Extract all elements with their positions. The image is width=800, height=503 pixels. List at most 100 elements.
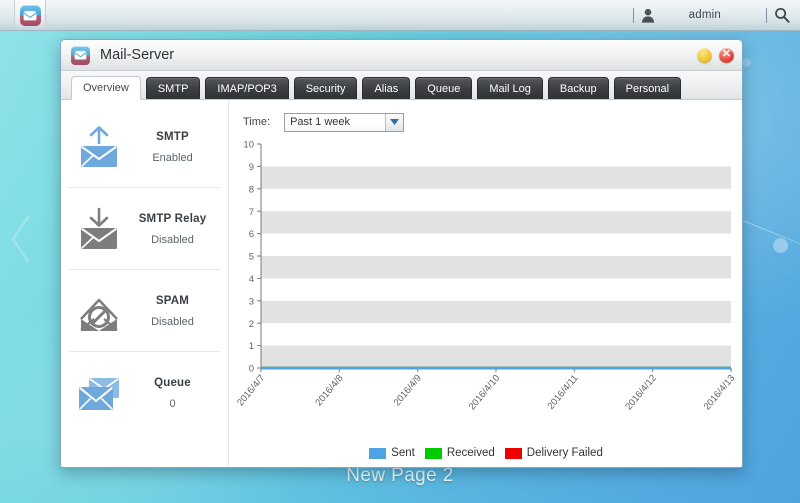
tab-overview[interactable]: Overview	[71, 76, 141, 100]
taskbar-left-group	[0, 0, 46, 30]
x-tick-label: 2016/4/11	[545, 373, 580, 412]
x-tick-label: 2016/4/10	[467, 373, 503, 412]
page-caption: New Page 2	[346, 465, 454, 486]
envelope-glyph	[74, 50, 87, 60]
legend-swatch	[504, 447, 522, 459]
tab-label: Backup	[559, 82, 597, 95]
tab-bar: Overview SMTP IMAP/POP3 Security Alias Queue M…	[61, 71, 742, 100]
tab-imap-pop3[interactable]: IMAP/POP3	[205, 77, 289, 99]
x-tick-label: 2016/4/9	[392, 373, 424, 408]
tab-label: Mail Log	[489, 82, 531, 95]
search-icon[interactable]	[774, 7, 790, 23]
y-tick-label: 8	[249, 184, 254, 195]
legend-swatch	[424, 447, 442, 459]
envelope-down-arrow-icon	[81, 207, 117, 249]
background-bokeh-dot	[773, 238, 788, 253]
tab-alias[interactable]: Alias	[362, 77, 411, 99]
tab-label: Security	[305, 82, 346, 95]
tab-security[interactable]: Security	[293, 77, 358, 99]
tab-smtp[interactable]: SMTP	[145, 77, 201, 99]
y-tick-label: 0	[249, 364, 254, 375]
tab-personal[interactable]: Personal	[613, 77, 682, 99]
y-tick-label: 1	[249, 341, 254, 352]
window-controls: ✕	[697, 47, 734, 63]
sidebar-item-status: Disabled	[151, 315, 194, 328]
minimize-button[interactable]	[697, 47, 712, 63]
sidebar-item-title: SMTP Relay	[138, 212, 207, 225]
envelope-glyph	[23, 10, 37, 20]
legend-item-delivery-failed[interactable]: Delivery Failed	[504, 447, 603, 459]
tab-backup[interactable]: Backup	[547, 77, 609, 99]
envelope-no-entry-icon-wrapper	[71, 288, 127, 334]
y-tick-label: 9	[249, 162, 254, 173]
tab-label: Queue	[427, 82, 461, 95]
tab-label: Alias	[374, 82, 399, 95]
sidebar-item-status: Disabled	[151, 233, 194, 246]
y-tick-label: 6	[249, 229, 254, 240]
taskbar-right-group: admin	[626, 0, 800, 30]
close-icon: ✕	[721, 48, 732, 60]
sidebar-item-text: SMTP Enabled	[127, 131, 222, 164]
sidebar-item-smtp-relay[interactable]: SMTP Relay Disabled	[61, 188, 228, 270]
close-button[interactable]: ✕	[719, 47, 734, 63]
time-filter-row: Time: Past 1 week	[229, 110, 742, 134]
envelope-up-arrow-icon-wrapper	[71, 124, 127, 170]
envelope-down-arrow-icon-wrapper	[71, 206, 127, 252]
taskbar-mail-app-button[interactable]	[14, 0, 46, 30]
sidebar-item-text: Queue 0	[127, 377, 222, 410]
y-tick-label: 4	[249, 274, 254, 285]
tab-label: Personal	[625, 82, 670, 95]
stacked-envelopes-icon	[79, 378, 119, 410]
sidebar-item-queue[interactable]: Queue 0	[61, 352, 228, 434]
chart-band-1	[261, 300, 731, 324]
top-taskbar: admin	[0, 0, 800, 31]
envelope-up-arrow-icon	[81, 126, 117, 167]
taskbar-username: admin	[688, 9, 721, 21]
sidebar-item-title: SMTP	[156, 130, 189, 143]
tab-label: SMTP	[157, 82, 189, 95]
sidebar-item-text: SPAM Disabled	[127, 295, 222, 328]
chart-band-4	[261, 166, 731, 189]
user-icon[interactable]	[641, 8, 655, 23]
background-bokeh-dot-small	[742, 58, 751, 67]
legend-item-received[interactable]: Received	[424, 447, 495, 459]
chart-svg: 0 1 2 3 4 5 6 7 8 9 10 2016/4/7 2016/4/8 2016/4/9 2016…	[235, 140, 738, 413]
sidebar-item-status: Enabled	[152, 151, 193, 164]
chart-band-2	[261, 256, 731, 279]
status-sidebar: SMTP Enabled SMTP Relay Disabled SPAM Disable…	[61, 100, 229, 467]
legend-item-sent[interactable]: Sent	[369, 447, 415, 459]
x-tick-label: 2016/4/13	[702, 373, 738, 412]
chevron-down-icon[interactable]	[385, 113, 404, 131]
y-tick-label: 10	[243, 140, 254, 151]
mail-server-window: Mail-Server ✕ Overview SMTP IMAP/POP3 Secur…	[60, 39, 743, 468]
window-body: SMTP Enabled SMTP Relay Disabled SPAM Disable…	[61, 100, 742, 467]
mail-statistics-chart: 0 1 2 3 4 5 6 7 8 9 10 2016/4/7 2016/4/8 2016/4/9 2016…	[229, 136, 742, 436]
stacked-envelopes-icon-wrapper	[71, 370, 127, 416]
time-range-select[interactable]: Past 1 week	[284, 112, 405, 132]
tab-queue[interactable]: Queue	[415, 77, 473, 99]
window-titlebar[interactable]: Mail-Server ✕	[61, 40, 742, 71]
taskbar-separator-right	[766, 7, 767, 23]
chevron-left-icon[interactable]	[8, 213, 34, 265]
envelope-no-entry-icon	[80, 298, 118, 331]
y-tick-label: 7	[249, 207, 254, 218]
window-mail-app-icon	[71, 45, 90, 65]
sidebar-item-smtp[interactable]: SMTP Enabled	[61, 106, 228, 188]
time-range-value: Past 1 week	[290, 116, 351, 128]
window-title: Mail-Server	[100, 47, 175, 63]
chart-pane: Time: Past 1 week 0 1 2 3 4 5 6 7 8 9 10 2016/4/7 20…	[229, 100, 742, 467]
chart-band-3	[261, 211, 731, 234]
chevron-down-glyph	[390, 119, 400, 125]
mail-app-icon	[19, 4, 41, 26]
tab-mail-log[interactable]: Mail Log	[477, 77, 543, 99]
tab-label: IMAP/POP3	[217, 82, 277, 95]
x-tick-label: 2016/4/7	[235, 373, 267, 408]
time-filter-label: Time:	[243, 116, 271, 128]
legend-label: Sent	[391, 447, 415, 459]
sidebar-item-title: Queue	[154, 376, 191, 389]
sidebar-item-title: SPAM	[155, 294, 190, 307]
legend-swatch	[369, 447, 387, 459]
y-tick-label: 3	[249, 296, 254, 307]
tab-label: Overview	[83, 82, 129, 94]
sidebar-item-spam[interactable]: SPAM Disabled	[61, 270, 228, 352]
